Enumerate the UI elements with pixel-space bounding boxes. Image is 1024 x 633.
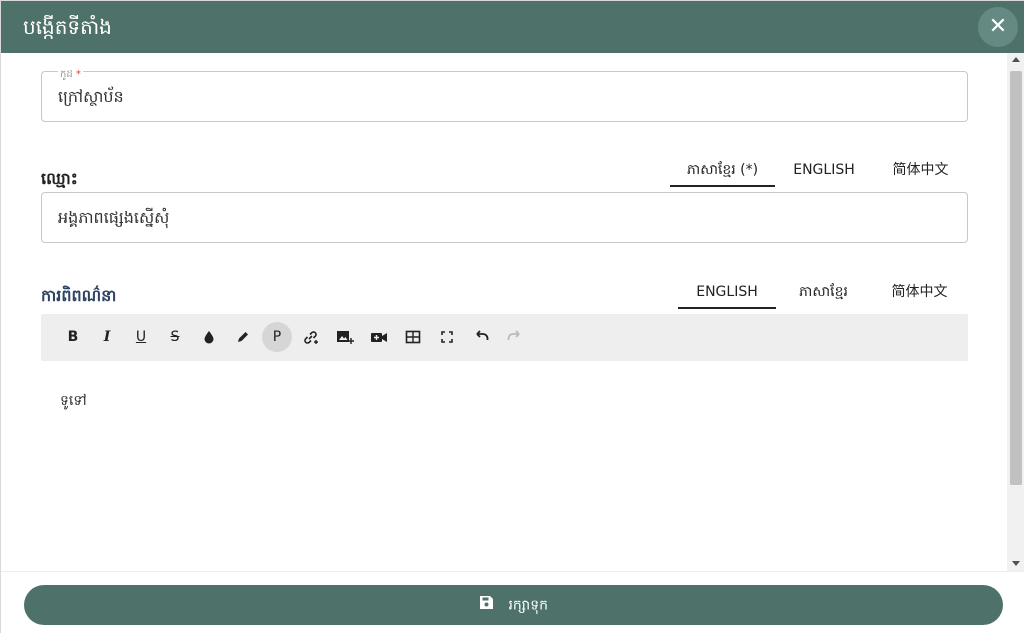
dialog-header: បង្កើតទីតាំង ✕ (1, 1, 1024, 53)
name-label: ឈ្មោះ (41, 169, 78, 188)
close-button[interactable]: ✕ (978, 7, 1018, 47)
name-language-tabs: ភាសាខ្មែរ (*) ENGLISH 简体中文 (670, 157, 968, 187)
tab-desc-khmer[interactable]: ភាសាខ្មែរ (776, 279, 871, 309)
create-location-dialog: បង្កើតទីតាំង ✕ កូដ * ក្រៅស្ថាប័ន ឈ្មោះ ភ… (0, 0, 1024, 633)
scroll-up-arrow-icon[interactable] (1012, 57, 1020, 62)
fullscreen-icon[interactable] (432, 322, 462, 352)
editor-toolbar: B I U S P (41, 314, 968, 361)
bold-button[interactable]: B (58, 322, 88, 352)
undo-icon[interactable] (466, 322, 496, 352)
description-label: ការពិពណ៌នា (41, 286, 117, 305)
insert-video-icon[interactable] (364, 322, 394, 352)
insert-link-icon[interactable] (296, 322, 326, 352)
tab-name-english[interactable]: ENGLISH (775, 157, 873, 187)
save-button-label: រក្សាទុក (508, 597, 548, 614)
scroll-down-arrow-icon[interactable] (1012, 561, 1020, 566)
description-editor[interactable]: ទូទៅ (41, 361, 968, 571)
italic-button[interactable]: I (92, 322, 122, 352)
insert-image-icon[interactable] (330, 322, 360, 352)
paragraph-button[interactable]: P (262, 322, 292, 352)
underline-button[interactable]: U (126, 322, 156, 352)
name-input[interactable]: អង្គភាពផ្សេងស្នើសុំ (41, 192, 968, 243)
save-button[interactable]: រក្សាទុក (24, 585, 1003, 625)
tab-desc-english[interactable]: ENGLISH (678, 279, 776, 309)
vertical-scrollbar[interactable] (1007, 53, 1024, 571)
code-field[interactable]: កូដ * ក្រៅស្ថាប័ន (41, 69, 968, 122)
name-input-value: អង្គភាពផ្សេងស្នើសុំ (58, 208, 170, 227)
text-color-icon[interactable] (194, 322, 224, 352)
insert-table-icon[interactable] (398, 322, 428, 352)
tab-desc-chinese[interactable]: 简体中文 (871, 279, 968, 309)
tab-name-chinese[interactable]: 简体中文 (873, 157, 968, 187)
close-icon: ✕ (988, 14, 1008, 39)
strikethrough-button[interactable]: S (160, 322, 190, 352)
redo-icon[interactable] (500, 322, 530, 352)
required-mark: * (75, 69, 81, 80)
description-language-tabs: ENGLISH ភាសាខ្មែរ 简体中文 (678, 279, 968, 309)
floppy-disk-icon (479, 595, 494, 616)
code-field-value: ក្រៅស្ថាប័ន (58, 87, 124, 106)
dialog-footer: រក្សាទុក (1, 571, 1024, 633)
highlight-icon[interactable] (228, 322, 258, 352)
dialog-title: បង្កើតទីតាំង (23, 15, 112, 39)
code-field-label: កូដ * (58, 69, 83, 81)
tab-name-khmer[interactable]: ភាសាខ្មែរ (*) (670, 157, 775, 187)
editor-content: ទូទៅ (60, 393, 87, 409)
scrollbar-thumb[interactable] (1010, 71, 1022, 485)
dialog-content: កូដ * ក្រៅស្ថាប័ន ឈ្មោះ ភាសាខ្មែរ (*) EN… (1, 53, 1007, 571)
